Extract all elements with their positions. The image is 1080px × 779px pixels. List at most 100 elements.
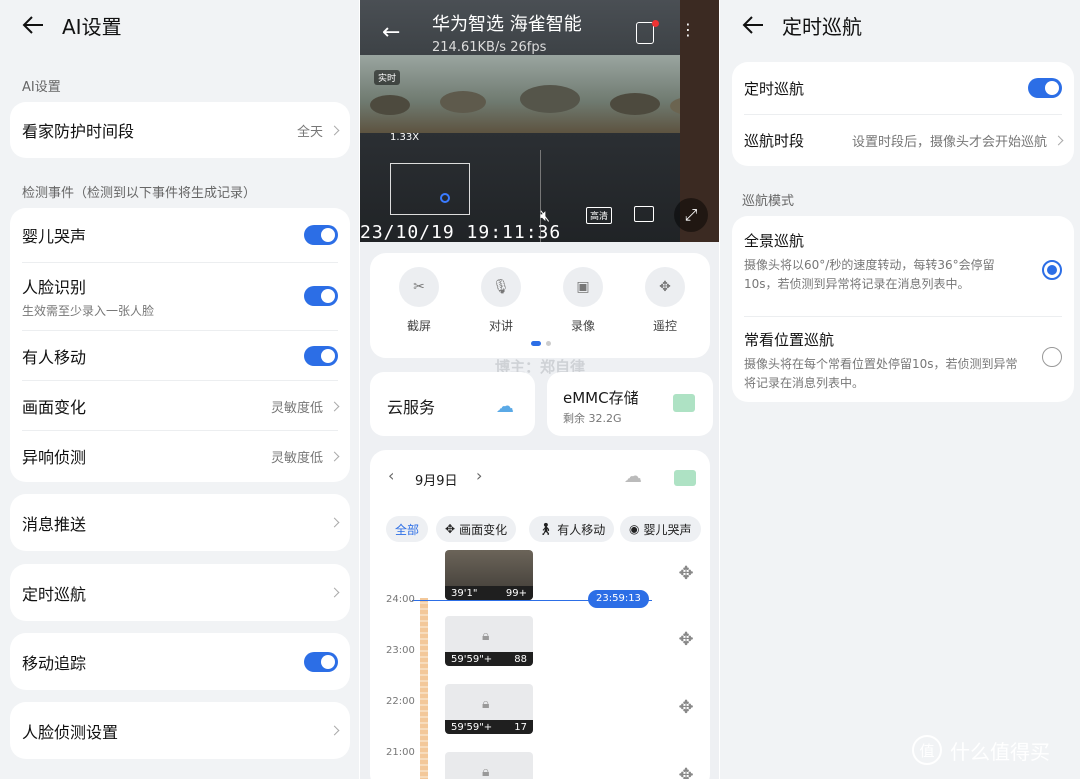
section-label: AI设置 xyxy=(22,80,61,95)
prev-day-icon[interactable]: ‹ xyxy=(388,466,394,485)
cloud-icon[interactable]: ☁ xyxy=(624,466,642,487)
position-marker-icon xyxy=(440,193,450,203)
mode-panorama[interactable]: 全景巡航 摄像头将以60°/秒的速度转动，每转36°会停留10s，若侦测到异常将… xyxy=(732,216,1074,316)
header: 定时巡航 xyxy=(720,0,1080,50)
live-video[interactable]: ← 华为智选 海雀智能 214.61KB/s 26fps ⋮ 实时 1.33X … xyxy=(360,0,720,242)
hour-label: 22:00 xyxy=(386,696,415,707)
chip-all[interactable]: 全部 xyxy=(386,516,429,542)
mode-favorite-positions[interactable]: 常看位置巡航 摄像头将在每个常看位置处停留10s，若侦测到异常将记录在消息列表中… xyxy=(732,317,1074,402)
chip-label: 画面变化 xyxy=(459,522,508,537)
move-icon[interactable]: ✥ xyxy=(676,766,696,779)
chevron-right-icon xyxy=(329,517,340,528)
video-timestamp: 23/10/19 19:11:36 xyxy=(360,222,562,242)
watermark-text: 什么值得买 xyxy=(950,739,1050,764)
push-label: 消息推送 xyxy=(22,514,87,534)
face-toggle[interactable] xyxy=(304,286,338,306)
clip-count: 88 xyxy=(514,653,527,665)
chip-label: 有人移动 xyxy=(557,522,606,537)
chip-baby-cry[interactable]: ◉ 婴儿哭声 xyxy=(620,516,701,542)
favorite-radio[interactable] xyxy=(1042,347,1062,367)
cruise-toggle[interactable] xyxy=(1028,78,1062,98)
lock-icon: 🔒︎ xyxy=(482,764,490,779)
section-label: 检测事件（检测到以下事件将生成记录） xyxy=(22,186,257,201)
mode-title: 全景巡航 xyxy=(744,232,805,250)
tracking-toggle[interactable] xyxy=(304,651,338,672)
events-card: 婴儿哭声 人脸识别 生效需至少录入一张人脸 有人移动 画面变化 灵敏度低 异响侦… xyxy=(10,208,350,482)
mic-icon: 🎙︎ xyxy=(481,267,521,307)
chevron-right-icon xyxy=(329,401,340,411)
cloud-icon: ☁ xyxy=(496,396,514,417)
baby-cry-toggle[interactable] xyxy=(304,225,338,245)
clip-thumbnail[interactable]: 🔒︎ 59'59"+ 17 xyxy=(445,684,533,734)
watermark: 值 什么值得买 xyxy=(912,735,1050,765)
cruise-card[interactable]: 定时巡航 xyxy=(10,564,350,621)
cloud-label: 云服务 xyxy=(387,398,436,417)
motion-toggle[interactable] xyxy=(304,346,338,366)
storage-icon[interactable] xyxy=(674,470,696,486)
timeline-card: ‹ 9月9日 › ☁ 全部 ✥ 画面变化 🚶︎ 有人移动 ◉ 婴儿哭声 23:59:1… xyxy=(370,450,710,779)
chevron-right-icon xyxy=(329,725,340,736)
event-row-sound[interactable]: 异响侦测 灵敏度低 xyxy=(10,431,350,481)
back-arrow-icon[interactable] xyxy=(22,14,44,36)
talk-button[interactable]: 🎙︎ 对讲 xyxy=(480,267,522,334)
push-card[interactable]: 消息推送 xyxy=(10,494,350,551)
move-icon[interactable]: ✥ xyxy=(676,698,696,718)
period-hint: 设置时段后，摄像头才会开始巡航 xyxy=(851,135,1047,150)
watermark-logo: 值 xyxy=(912,735,942,765)
back-arrow-icon[interactable]: ← xyxy=(382,20,400,45)
storage-icon xyxy=(673,394,695,412)
home-guard-value: 全天 xyxy=(296,124,323,140)
event-row-face[interactable]: 人脸识别 生效需至少录入一张人脸 xyxy=(10,263,350,329)
panorama-radio[interactable] xyxy=(1042,260,1062,280)
record-button[interactable]: ▣ 录像 xyxy=(562,267,604,334)
cruise-label: 定时巡航 xyxy=(22,584,87,604)
mode-description: 摄像头将在每个常看位置处停留10s，若侦测到异常将记录在消息列表中。 xyxy=(744,357,1018,390)
clip-thumbnail[interactable]: 39'1" 99+ xyxy=(445,550,533,600)
gallery-icon[interactable] xyxy=(636,22,654,44)
move-icon[interactable]: ✥ xyxy=(676,630,696,650)
zoom-region xyxy=(390,163,470,215)
stream-stats: 214.61KB/s 26fps xyxy=(432,40,547,55)
cloud-service-card[interactable]: 云服务 ☁ xyxy=(370,372,535,436)
control-label: 截屏 xyxy=(406,319,431,333)
period-label: 巡航时段 xyxy=(744,132,805,150)
event-label: 人脸识别 xyxy=(22,277,87,297)
cruise-period-row[interactable]: 巡航时段 设置时段后，摄像头才会开始巡航 xyxy=(732,115,1074,166)
timeline-track[interactable] xyxy=(420,598,428,779)
chip-motion[interactable]: 🚶︎ 有人移动 xyxy=(529,516,615,542)
event-row-baby-cry[interactable]: 婴儿哭声 xyxy=(10,208,350,262)
hour-label: 23:00 xyxy=(386,645,415,656)
event-row-motion[interactable]: 有人移动 xyxy=(10,331,350,381)
now-time-badge: 23:59:13 xyxy=(588,590,649,608)
back-arrow-icon[interactable] xyxy=(742,14,764,36)
chip-label: 婴儿哭声 xyxy=(643,522,692,537)
event-label: 画面变化 xyxy=(22,398,87,417)
date-label[interactable]: 9月9日 xyxy=(415,470,458,489)
face-settings-card[interactable]: 人脸侦测设置 xyxy=(10,702,350,759)
clip-thumbnail[interactable]: 🔒︎ xyxy=(445,752,533,779)
next-day-icon[interactable]: › xyxy=(476,466,482,485)
section-label: 巡航模式 xyxy=(742,194,795,209)
event-row-scene-change[interactable]: 画面变化 灵敏度低 xyxy=(10,381,350,431)
page-dot xyxy=(546,341,551,346)
cruise-card: 定时巡航 巡航时段 设置时段后，摄像头才会开始巡航 xyxy=(732,62,1074,166)
move-icon[interactable]: ✥ xyxy=(676,564,696,584)
fullscreen-icon[interactable]: ⤢ xyxy=(674,198,708,232)
screenshot-button[interactable]: ✂ 截屏 xyxy=(398,267,440,334)
mute-icon[interactable]: 🔇︎ xyxy=(540,206,550,226)
remote-button[interactable]: ✥ 遥控 xyxy=(644,267,686,334)
cruise-toggle-row[interactable]: 定时巡航 xyxy=(732,62,1074,114)
sensitivity-value: 灵敏度低 xyxy=(270,450,323,466)
clip-thumbnail[interactable]: 🔒︎ 59'59"+ 88 xyxy=(445,616,533,666)
clip-duration: 59'59"+ xyxy=(451,721,493,733)
tracking-label: 移动追踪 xyxy=(22,653,87,673)
chip-scene-change[interactable]: ✥ 画面变化 xyxy=(436,516,517,542)
hd-button[interactable]: 高清 xyxy=(586,207,613,224)
live-badge: 实时 xyxy=(374,70,401,85)
event-label: 异响侦测 xyxy=(22,448,87,467)
storage-card[interactable]: eMMC存储 剩余 32.2G xyxy=(547,372,713,436)
page-title: 定时巡航 xyxy=(782,14,862,39)
more-icon[interactable]: ⋮ xyxy=(680,20,696,39)
home-guard-card[interactable]: 看家防护时间段 全天 xyxy=(10,102,350,158)
pip-icon[interactable] xyxy=(634,206,654,222)
